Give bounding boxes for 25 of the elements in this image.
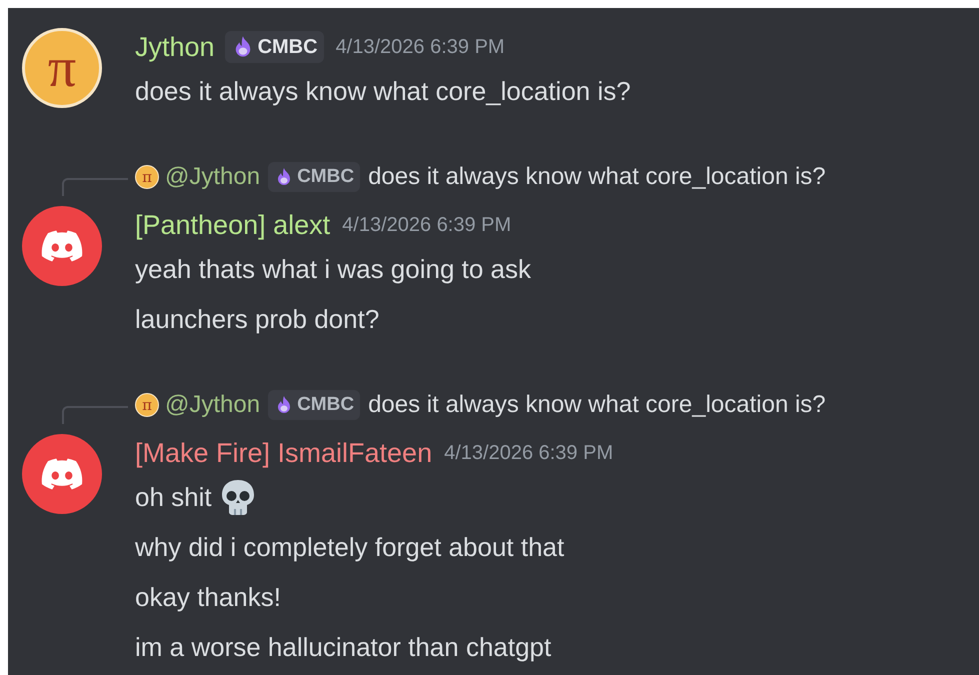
reply-preview[interactable]: does it always know what core_location is? — [368, 159, 826, 195]
author-name[interactable]: [Make Fire] IsmailFateen — [135, 432, 432, 474]
role-badge: CMBC — [268, 390, 360, 420]
role-badge: CMBC — [224, 31, 324, 63]
reply-connector — [62, 406, 128, 424]
avatar[interactable]: π — [22, 28, 102, 108]
message-text: why did i completely forget about that — [135, 530, 564, 564]
reply-preview[interactable]: does it always know what core_location is? — [368, 387, 826, 423]
message-text: okay thanks! — [135, 580, 281, 614]
message-text: does it always know what core_location is? — [135, 74, 631, 108]
message-text: launchers prob dont? — [135, 302, 380, 336]
message-text: im a worse hallucinator than chatgpt — [135, 630, 552, 664]
author-name[interactable]: Jython — [135, 26, 215, 68]
message-text: oh shit — [135, 480, 212, 514]
reply-author[interactable]: @Jython — [165, 387, 260, 423]
timestamp: 4/13/2026 6:39 PM — [444, 441, 614, 466]
role-badge: CMBC — [268, 162, 360, 192]
author-name[interactable]: [Pantheon] alext — [135, 204, 330, 246]
timestamp: 4/13/2026 6:39 PM — [336, 35, 505, 60]
message-text: yeah thats what i was going to ask — [135, 252, 532, 286]
reply-connector — [62, 178, 128, 196]
reply-avatar[interactable]: π — [135, 165, 159, 189]
reply-author[interactable]: @Jython — [165, 159, 260, 195]
reply-avatar[interactable]: π — [135, 393, 159, 417]
timestamp: 4/13/2026 6:39 PM — [342, 213, 512, 238]
